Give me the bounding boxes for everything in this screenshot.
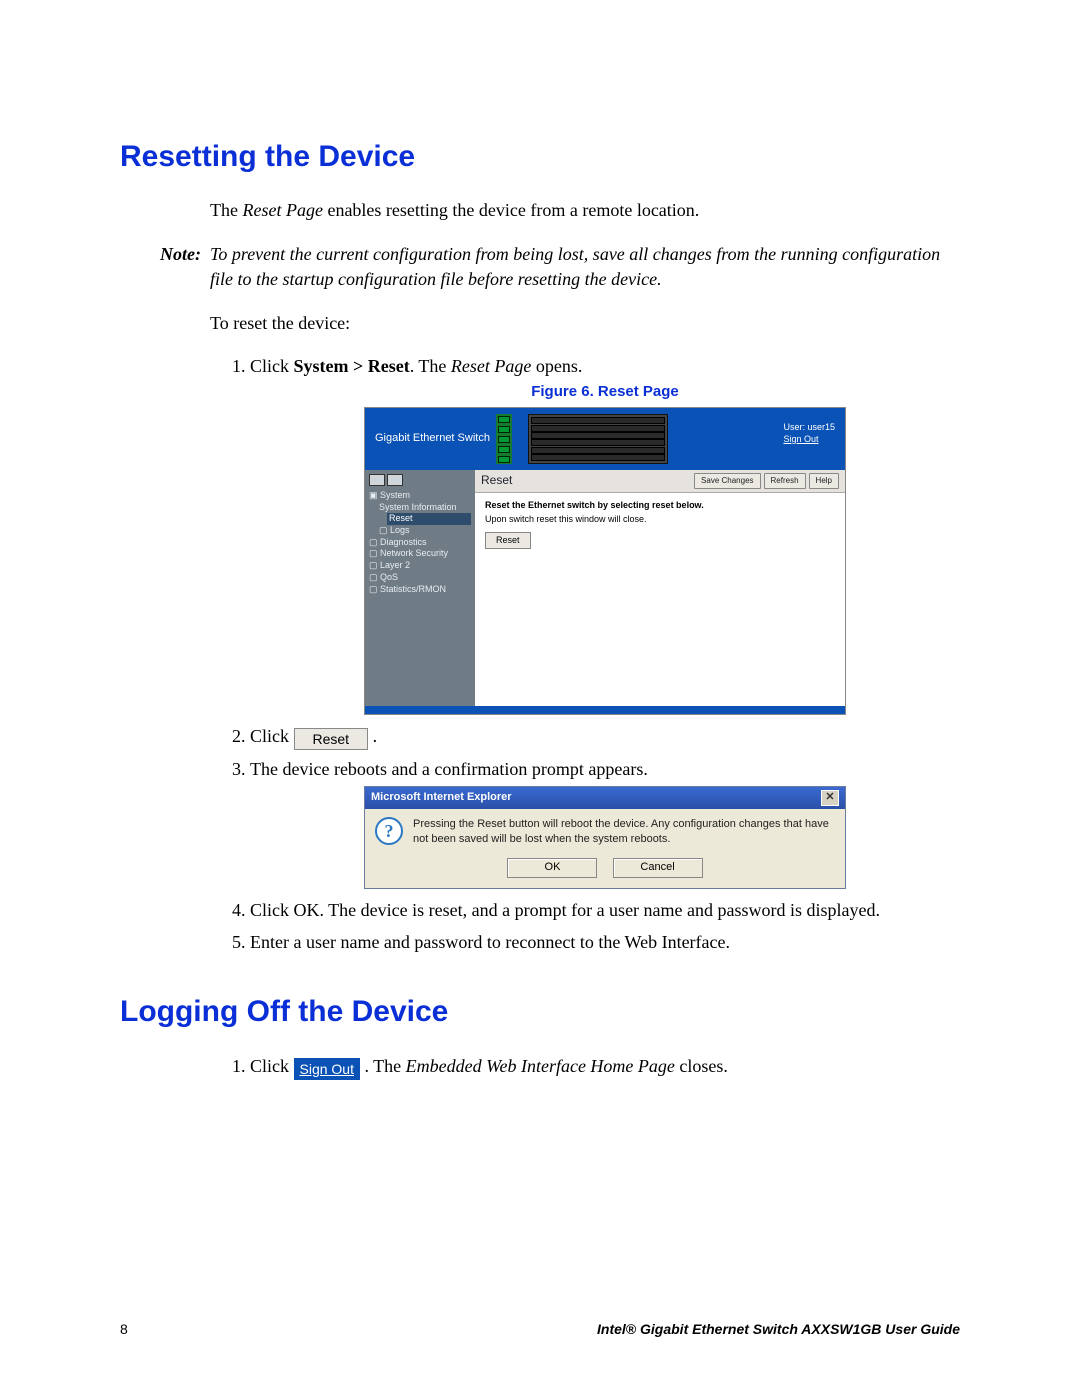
nav-item-diagnostics[interactable]: ▢ Diagnostics — [369, 537, 471, 549]
nav-item-system-info[interactable]: System Information — [369, 502, 471, 514]
nav-toolbar-icon — [369, 474, 471, 486]
figure-reset-page: Gigabit Ethernet Switch User: user15 Sig… — [364, 407, 846, 715]
text: Click — [250, 356, 294, 376]
text: closes. — [675, 1056, 728, 1076]
note-block: Note: To prevent the current configurati… — [160, 242, 960, 291]
nav-item-stats[interactable]: ▢ Statistics/RMON — [369, 584, 471, 596]
instruction-line-1: Reset the Ethernet switch by selecting r… — [485, 499, 835, 512]
refresh-button[interactable]: Refresh — [764, 473, 806, 489]
home-page-term: Embedded Web Interface Home Page — [406, 1056, 675, 1076]
dialog-message: Pressing the Reset button will reboot th… — [413, 817, 835, 846]
intro-paragraph: The Reset Page enables resetting the dev… — [210, 198, 960, 222]
page-footer: 8 Intel® Gigabit Ethernet Switch AXXSW1G… — [120, 1321, 960, 1337]
lead-text: To reset the device: — [210, 311, 960, 335]
user-label: User: user15 — [783, 422, 835, 432]
ok-button[interactable]: OK — [507, 858, 597, 878]
steps-reset: Click System > Reset. The Reset Page ope… — [210, 353, 960, 955]
list-item: The device reboots and a confirmation pr… — [250, 756, 960, 889]
text: . The — [410, 356, 451, 376]
guide-title: Intel® Gigabit Ethernet Switch AXXSW1GB … — [597, 1321, 960, 1337]
heading-resetting-device: Resetting the Device — [120, 140, 960, 174]
question-icon: ? — [375, 817, 403, 845]
list-item: Click System > Reset. The Reset Page ope… — [250, 353, 960, 715]
content-panel: Reset Save Changes Refresh Help Reset th… — [475, 470, 845, 706]
nav-tree: ▣ System System Information Reset ▢ Logs… — [365, 470, 475, 706]
help-button[interactable]: Help — [809, 473, 839, 489]
note-label: Note: — [160, 242, 210, 291]
dialog-title: Microsoft Internet Explorer — [371, 790, 512, 806]
nav-item-reset-selected[interactable]: Reset — [387, 513, 471, 525]
bottom-bar — [365, 706, 845, 714]
close-button[interactable]: ✕ — [821, 790, 839, 806]
nav-item-layer2[interactable]: ▢ Layer 2 — [369, 560, 471, 572]
note-body: To prevent the current configuration fro… — [210, 242, 960, 291]
inline-signout-button[interactable]: Sign Out — [294, 1058, 360, 1080]
menu-path: System > Reset — [294, 356, 410, 376]
list-item: Click Sign Out . The Embedded Web Interf… — [250, 1053, 960, 1080]
reset-page-term: Reset Page — [242, 200, 322, 220]
text: Click — [250, 1056, 294, 1076]
ie-dialog: Microsoft Internet Explorer ✕ ? Pressing… — [364, 786, 846, 889]
nav-item-qos[interactable]: ▢ QoS — [369, 572, 471, 584]
signout-link[interactable]: Sign Out — [783, 434, 835, 446]
steps-logoff: Click Sign Out . The Embedded Web Interf… — [210, 1053, 960, 1080]
text: enables resetting the device from a remo… — [323, 200, 699, 220]
content-toolbar: Reset Save Changes Refresh Help — [475, 470, 845, 493]
list-item: Click Reset . — [250, 723, 960, 750]
nav-item-logs[interactable]: ▢ Logs — [369, 525, 471, 537]
text: opens. — [531, 356, 582, 376]
text: . The — [364, 1056, 405, 1076]
inline-reset-button[interactable]: Reset — [294, 728, 369, 750]
figure-caption: Figure 6. Reset Page — [250, 381, 960, 403]
text: The — [210, 200, 242, 220]
list-item: Enter a user name and password to reconn… — [250, 929, 960, 955]
chassis-icon — [528, 414, 668, 464]
cancel-button[interactable]: Cancel — [613, 858, 703, 878]
brand-name: Gigabit Ethernet Switch — [375, 431, 490, 447]
text: The device reboots and a confirmation pr… — [250, 759, 648, 779]
reset-button[interactable]: Reset — [485, 532, 531, 549]
panel-title: Reset — [481, 472, 512, 489]
list-item: Click OK. The device is reset, and a pro… — [250, 897, 960, 923]
nav-item-system[interactable]: ▣ System — [369, 490, 471, 502]
app-banner: Gigabit Ethernet Switch User: user15 Sig… — [365, 408, 845, 470]
content-body: Reset the Ethernet switch by selecting r… — [475, 493, 845, 555]
led-column-icon — [496, 414, 512, 464]
dialog-titlebar: Microsoft Internet Explorer ✕ — [365, 787, 845, 809]
nav-item-network-security[interactable]: ▢ Network Security — [369, 548, 471, 560]
text: . — [373, 726, 378, 746]
heading-logging-off: Logging Off the Device — [120, 995, 960, 1029]
reset-page-term: Reset Page — [451, 356, 531, 376]
user-info: User: user15 Sign Out — [783, 422, 835, 445]
save-changes-button[interactable]: Save Changes — [694, 473, 760, 489]
text: Click — [250, 726, 294, 746]
page-number: 8 — [120, 1321, 128, 1337]
instruction-line-2: Upon switch reset this window will close… — [485, 513, 835, 526]
